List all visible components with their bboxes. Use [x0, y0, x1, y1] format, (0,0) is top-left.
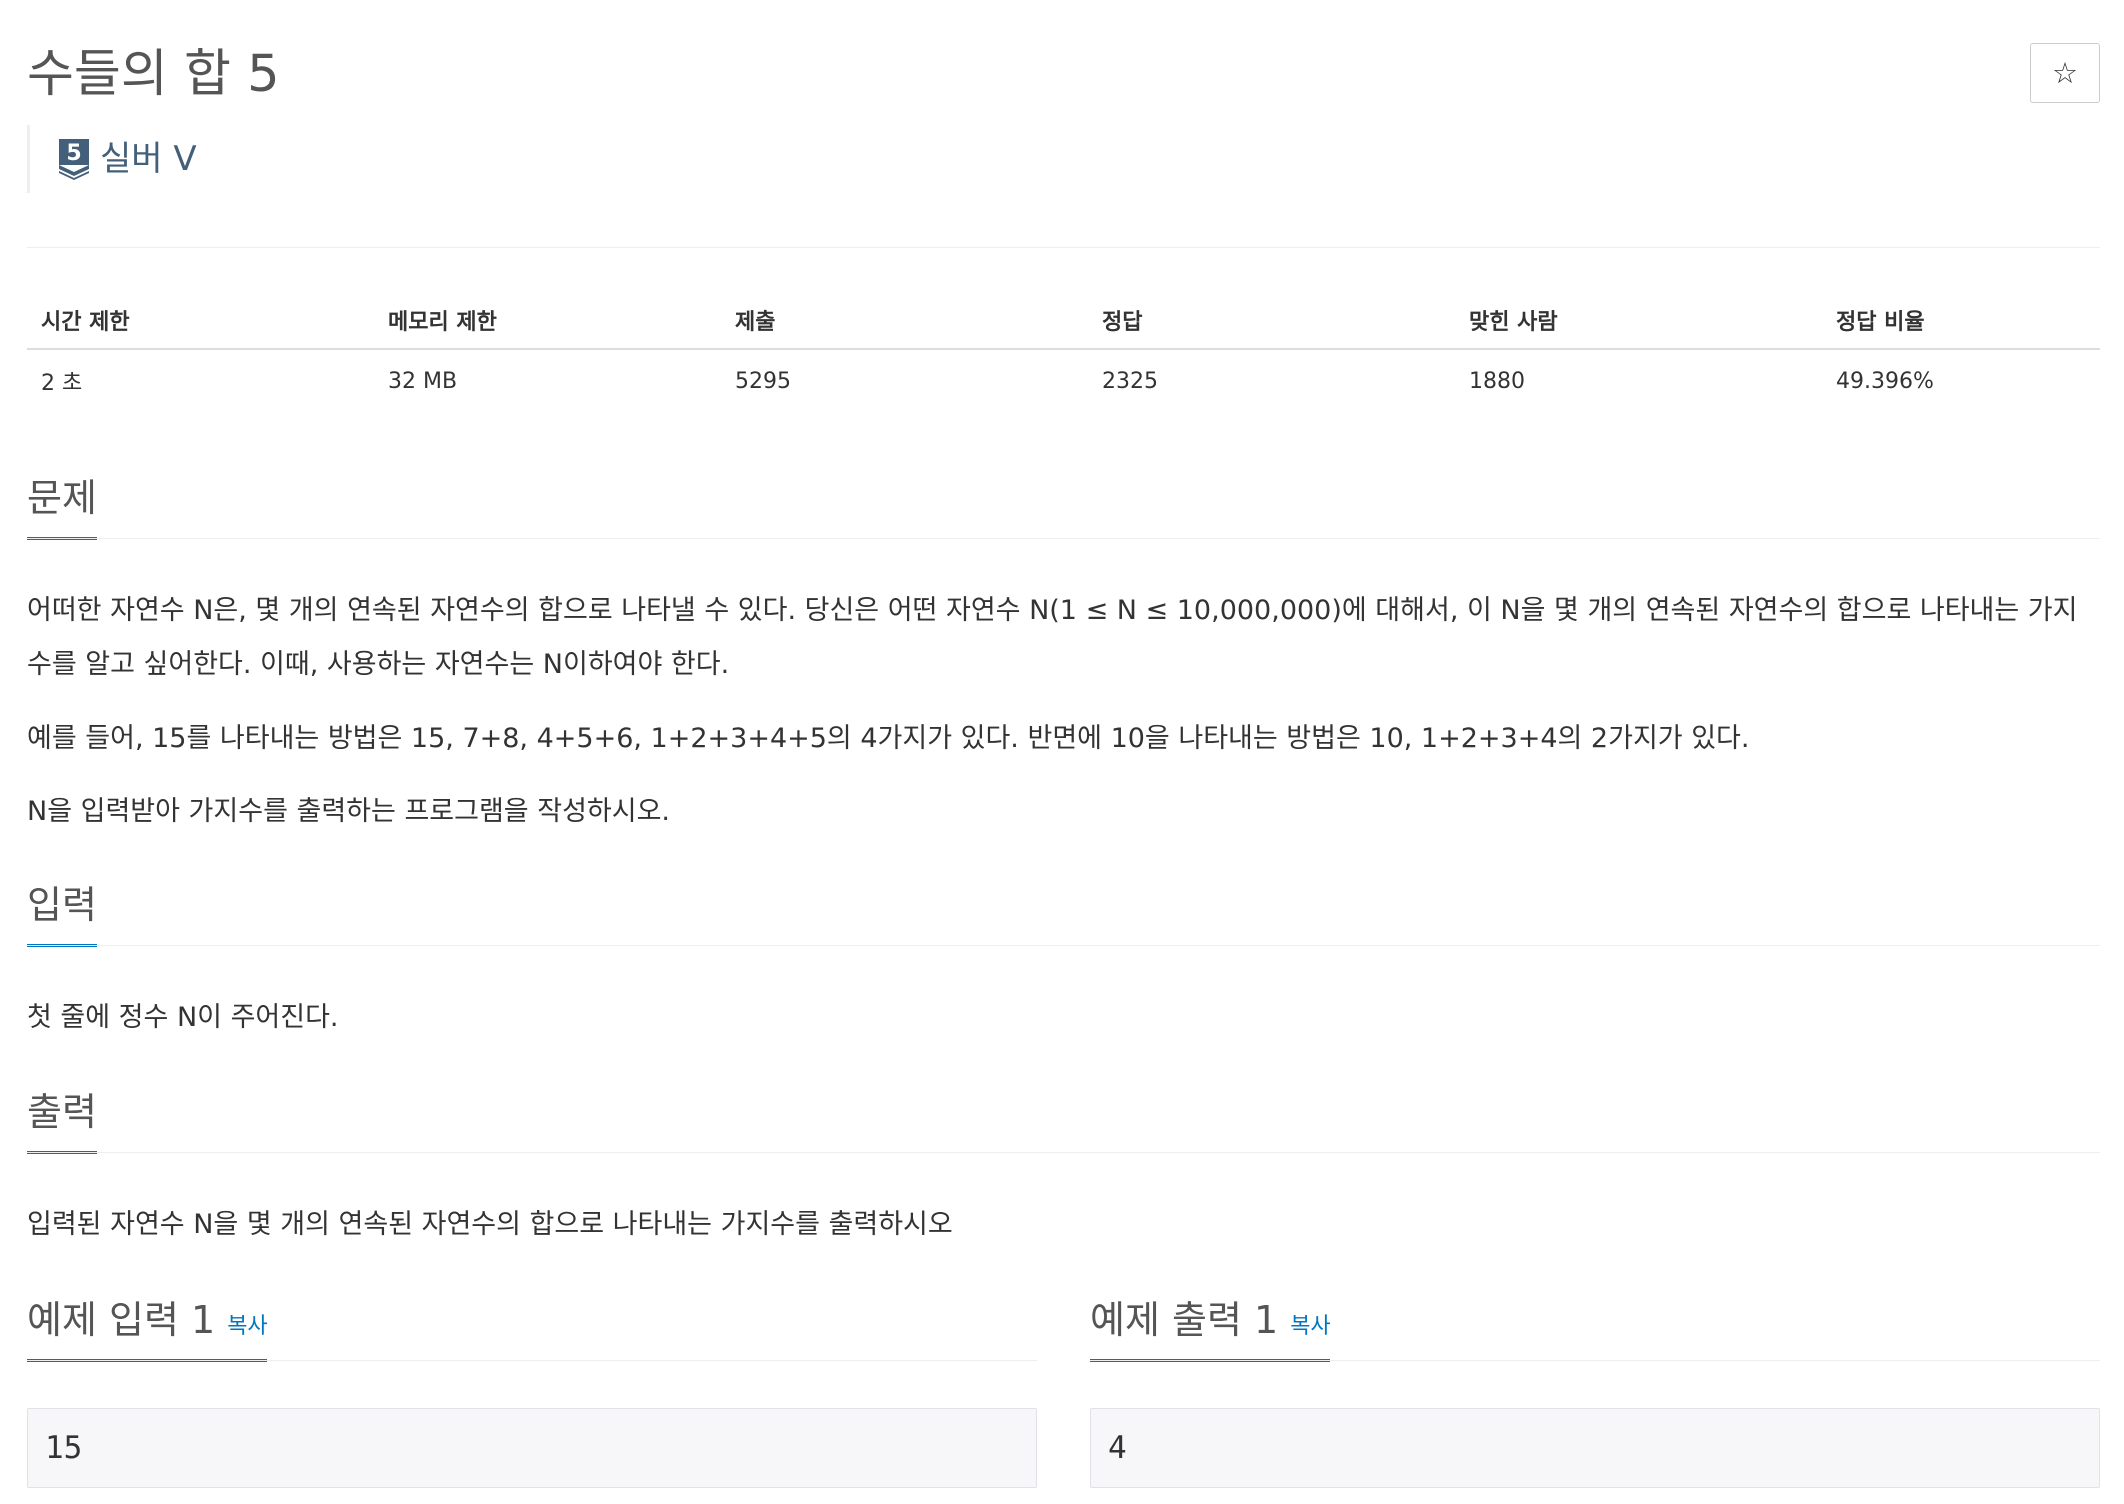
stats-header-submissions: 제출	[721, 292, 1088, 350]
stats-header-solvers: 맞힌 사람	[1455, 292, 1822, 350]
output-paragraph: 입력된 자연수 N을 몇 개의 연속된 자연수의 합으로 나타내는 가지수를 출…	[27, 1209, 953, 1240]
stats-memory-limit: 32 MB	[388, 368, 458, 394]
input-paragraph: 첫 줄에 정수 N이 주어진다.	[27, 1002, 339, 1033]
section-heading-output: 출력	[27, 1090, 97, 1134]
stats-header-accept-ratio: 정답 비율	[1822, 292, 2100, 350]
sample-output-line	[1090, 1360, 2100, 1361]
stats-solvers[interactable]: 1880	[1455, 349, 1822, 412]
sample-output-heading: 예제 출력 1 복사	[1090, 1295, 1331, 1352]
stats-accepted: 2325	[1102, 368, 1158, 394]
stats-value-row: 2 초 32 MB 5295 2325 1880 49.396%	[27, 349, 2100, 412]
stats-submissions[interactable]: 5295	[721, 349, 1088, 412]
title-row: 수들의 합 5 ☆	[27, 0, 2100, 118]
copy-sample-input-button[interactable]: 복사	[227, 1314, 267, 1339]
section-line-output	[27, 1152, 2100, 1153]
stats-header-memory-limit: 메모리 제한	[374, 292, 721, 350]
sample-input-heading: 예제 입력 1 복사	[27, 1295, 268, 1352]
title-divider	[27, 247, 2100, 248]
problem-stats-table: 시간 제한 메모리 제한 제출 정답 맞힌 사람 정답 비율 2 초 32 MB…	[27, 292, 2100, 412]
sample-output-title: 예제 출력 1	[1090, 1298, 1279, 1342]
tier-badge-number: 5	[66, 141, 81, 166]
page-title: 수들의 합 5	[27, 45, 280, 104]
section-heading-description: 문제	[27, 476, 97, 520]
favorite-button[interactable]: ☆	[2030, 43, 2100, 103]
section-line-input	[27, 945, 2100, 946]
problem-page: 수들의 합 5 ☆ 5 실버 V 시간 제한 메모리 제한 제출 정답 맞힌 사…	[27, 0, 2100, 1488]
description-paragraph-3: N을 입력받아 가지수를 출력하는 프로그램을 작성하시오.	[27, 796, 671, 827]
section-heading-input: 입력	[27, 883, 97, 927]
stats-header-time-limit: 시간 제한	[27, 292, 374, 350]
sample-output-box[interactable]: 4	[1090, 1408, 2100, 1488]
copy-sample-output-button[interactable]: 복사	[1290, 1314, 1330, 1339]
tier-label[interactable]: 실버 V	[100, 137, 197, 181]
sample-input-box[interactable]: 15	[27, 1408, 1037, 1488]
tier-row: 5 실버 V	[27, 125, 197, 193]
star-icon: ☆	[2052, 56, 2078, 90]
sample-input-line	[27, 1360, 1037, 1361]
sample-input-title: 예제 입력 1	[27, 1298, 216, 1342]
stats-time-limit: 2 초	[41, 371, 83, 396]
silver-tier-icon: 5	[57, 138, 91, 180]
stats-accept-ratio: 49.396%	[1836, 368, 1934, 394]
section-line-description	[27, 538, 2100, 539]
stats-header-accepted: 정답	[1088, 292, 1455, 350]
stats-header-row: 시간 제한 메모리 제한 제출 정답 맞힌 사람 정답 비율	[27, 292, 2100, 350]
description-paragraph-1: 어떠한 자연수 N은, 몇 개의 연속된 자연수의 합으로 나타낼 수 있다. …	[27, 595, 2078, 680]
description-paragraph-2: 예를 들어, 15를 나타내는 방법은 15, 7+8, 4+5+6, 1+2+…	[27, 723, 1750, 754]
